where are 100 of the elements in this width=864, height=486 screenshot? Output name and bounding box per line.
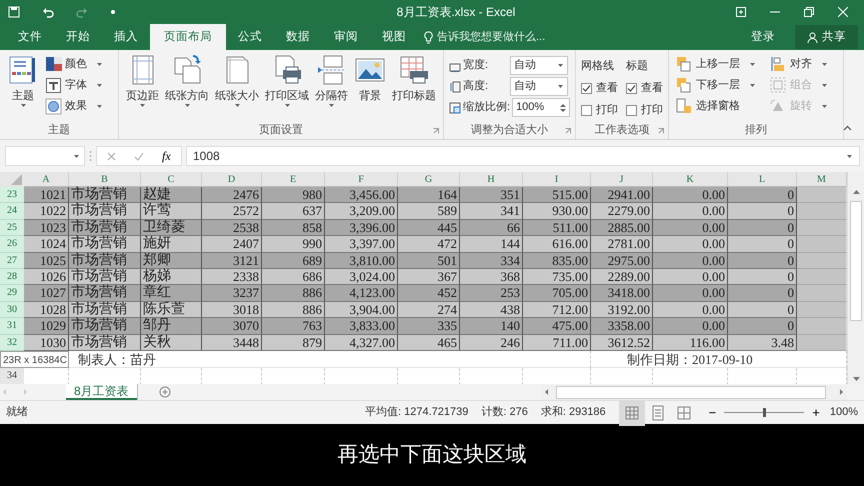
ribbon-tab[interactable]: 公式 bbox=[226, 24, 274, 50]
table-cell: 市场营销 bbox=[69, 252, 141, 269]
cancel-icon[interactable] bbox=[107, 152, 116, 160]
ribbon-button[interactable]: 纸张大小 bbox=[213, 52, 261, 110]
ribbon-button[interactable]: 主题 bbox=[5, 52, 41, 110]
save-icon[interactable] bbox=[8, 6, 20, 18]
row-header[interactable]: 23 bbox=[0, 187, 24, 204]
selection-size-tooltip: 23R x 16384C bbox=[0, 350, 69, 368]
checkbox[interactable] bbox=[581, 82, 592, 94]
row-header[interactable]: 28 bbox=[0, 268, 24, 286]
zoom-level[interactable]: 100% bbox=[830, 404, 858, 421]
table-cell: 3,397.00 bbox=[325, 236, 398, 253]
ribbon-tab[interactable]: 文件 bbox=[6, 24, 54, 50]
close-icon[interactable] bbox=[838, 7, 848, 17]
input-field[interactable]: 100% bbox=[512, 98, 570, 117]
checkbox[interactable] bbox=[626, 82, 638, 94]
input-field[interactable]: 自动 bbox=[510, 77, 568, 96]
row-header[interactable]: 31 bbox=[0, 318, 24, 335]
row-header[interactable]: 32 bbox=[0, 334, 24, 351]
ribbon-tab[interactable]: 页面布局 bbox=[150, 24, 226, 50]
ribbon-button[interactable]: 效果 bbox=[43, 96, 105, 117]
ribbon-button[interactable]: 打印标题 bbox=[390, 52, 438, 105]
dialog-launcher-icon[interactable] bbox=[658, 128, 664, 134]
share-button[interactable]: 共享 bbox=[795, 25, 858, 49]
column-header[interactable]: L bbox=[728, 172, 797, 187]
table-cell: 705.00 bbox=[523, 285, 591, 302]
ribbon-button[interactable]: 上移一层 bbox=[674, 54, 758, 75]
insert-function-button[interactable]: fx bbox=[162, 147, 171, 165]
redo-icon[interactable] bbox=[76, 6, 88, 18]
checkbox[interactable] bbox=[581, 104, 592, 116]
ribbon-button[interactable]: 打印区域 bbox=[263, 52, 311, 110]
ribbon-tab[interactable]: 数据 bbox=[274, 24, 322, 50]
table-cell: 0 bbox=[728, 187, 797, 204]
customize-icon[interactable] bbox=[110, 9, 116, 15]
column-header[interactable]: I bbox=[523, 172, 591, 187]
checkbox-label[interactable]: 查看 bbox=[641, 80, 664, 96]
enter-icon[interactable] bbox=[134, 152, 144, 160]
zoom-slider[interactable] bbox=[724, 408, 804, 417]
column-header[interactable]: D bbox=[202, 172, 262, 187]
column-header[interactable]: M bbox=[797, 172, 847, 187]
column-header[interactable]: H bbox=[460, 172, 523, 187]
checkbox[interactable] bbox=[626, 104, 638, 116]
ribbon-button[interactable]: 页边距 bbox=[124, 52, 161, 110]
table-cell bbox=[797, 220, 847, 236]
ribbon-button[interactable]: 背景 bbox=[352, 52, 388, 105]
ribbon-tab[interactable]: 插入 bbox=[102, 24, 150, 50]
ribbon-tab[interactable]: 审阅 bbox=[322, 24, 370, 50]
formula-field[interactable]: 1008 bbox=[186, 146, 860, 166]
column-header[interactable]: J bbox=[591, 172, 653, 187]
column-header[interactable]: C bbox=[141, 172, 202, 187]
undo-icon[interactable] bbox=[42, 6, 54, 18]
column-header[interactable]: K bbox=[653, 172, 728, 187]
dialog-launcher-icon[interactable] bbox=[433, 128, 439, 134]
column-header[interactable]: G bbox=[398, 172, 460, 187]
row-header[interactable]: 29 bbox=[0, 285, 24, 302]
sign-in-link[interactable]: 登录 bbox=[739, 24, 787, 50]
ribbon-options-icon[interactable] bbox=[736, 7, 746, 17]
row-header[interactable]: 30 bbox=[0, 302, 24, 318]
restore-icon[interactable] bbox=[804, 7, 814, 17]
ribbon-tab[interactable]: 视图 bbox=[370, 24, 418, 50]
zoom-in-button[interactable]: + bbox=[808, 402, 824, 422]
ribbon-button[interactable]: 字体 bbox=[43, 75, 105, 96]
caret-icon bbox=[749, 62, 756, 67]
checkbox-label[interactable]: 打印 bbox=[641, 102, 664, 118]
row-header[interactable]: 34 bbox=[0, 368, 24, 385]
sheet-tab[interactable]: 8月工资表 bbox=[66, 384, 137, 400]
slider-thumb[interactable] bbox=[762, 408, 766, 417]
table-cell: 3,456.00 bbox=[325, 187, 398, 204]
checkbox-label[interactable]: 打印 bbox=[596, 102, 618, 118]
ribbon-button[interactable]: 纸张方向 bbox=[163, 52, 211, 110]
row-header[interactable]: 27 bbox=[0, 252, 24, 269]
collapse-ribbon-icon[interactable] bbox=[843, 125, 852, 131]
ribbon-tab[interactable]: 开始 bbox=[54, 24, 102, 50]
table-cell: 赵婕 bbox=[141, 187, 202, 204]
dialog-launcher-icon[interactable] bbox=[565, 128, 572, 134]
tell-me-field[interactable]: 告诉我您想要做什么... bbox=[437, 28, 546, 46]
table-cell: 879 bbox=[262, 334, 325, 351]
column-header[interactable]: E bbox=[262, 172, 325, 187]
add-sheet-icon[interactable] bbox=[158, 386, 171, 398]
ribbon-button[interactable]: 颜色 bbox=[43, 54, 105, 75]
ribbon-button[interactable]: 选择窗格 bbox=[674, 96, 758, 117]
spin-icon[interactable] bbox=[560, 102, 566, 112]
normal-view-icon[interactable] bbox=[622, 404, 641, 422]
ribbon-button[interactable]: 分隔符 bbox=[313, 52, 350, 110]
page-break-view-icon[interactable] bbox=[674, 404, 693, 422]
table-cell bbox=[797, 203, 847, 220]
column-header[interactable]: F bbox=[325, 172, 398, 187]
column-header[interactable]: B bbox=[69, 172, 141, 187]
row-header[interactable]: 25 bbox=[0, 220, 24, 236]
table-cell bbox=[797, 318, 847, 335]
row-header[interactable]: 26 bbox=[0, 236, 24, 253]
input-field[interactable]: 自动 bbox=[510, 56, 568, 75]
ribbon-button[interactable]: 下移一层 bbox=[674, 75, 758, 96]
row-header[interactable]: 24 bbox=[0, 203, 24, 220]
lightbulb-icon[interactable] bbox=[424, 30, 433, 44]
column-header[interactable]: A bbox=[24, 172, 69, 187]
zoom-out-button[interactable]: − bbox=[704, 402, 720, 422]
ribbon-button[interactable]: 对齐 bbox=[768, 54, 830, 75]
table-cell: 2289.00 bbox=[591, 268, 653, 286]
checkbox-label[interactable]: 查看 bbox=[596, 80, 618, 96]
